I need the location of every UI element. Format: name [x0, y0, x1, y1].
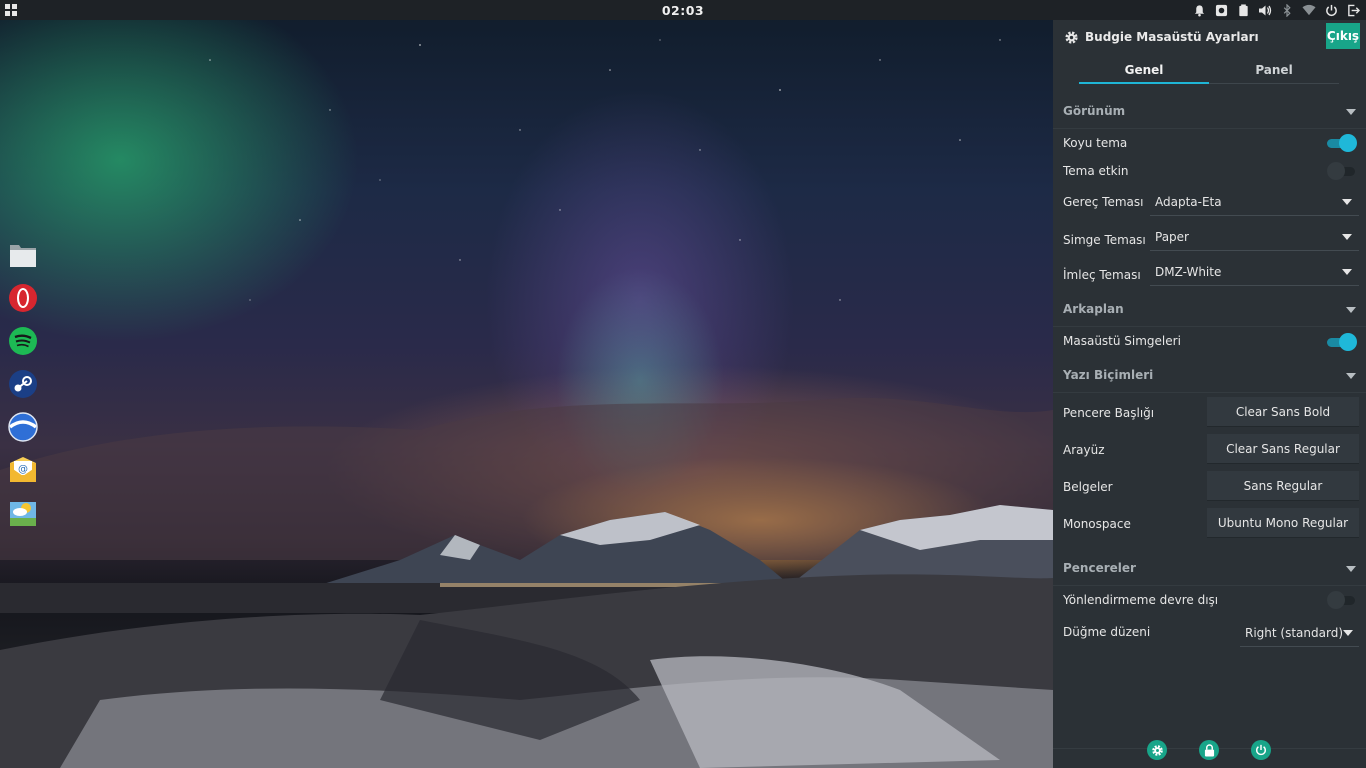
weather-icon[interactable]	[7, 498, 38, 528]
documents-font-label: Belgeler	[1063, 480, 1113, 494]
chevron-down-icon	[1342, 199, 1352, 205]
documents-font-button[interactable]: Sans Regular	[1207, 471, 1359, 501]
logout-icon[interactable]	[1346, 3, 1360, 17]
widget-theme-select[interactable]: Adapta-Eta	[1150, 188, 1359, 216]
gear-icon	[1064, 30, 1079, 48]
bluetooth-icon[interactable]	[1280, 3, 1294, 17]
section-title: Arkaplan	[1063, 302, 1124, 316]
google-earth-icon[interactable]	[7, 412, 38, 442]
system-tray	[1192, 0, 1360, 20]
dark-theme-toggle[interactable]	[1325, 134, 1357, 152]
panel-bottom-bar	[1053, 740, 1366, 768]
disable-redirect-label: Yönlendirmeme devre dışı	[1063, 593, 1219, 607]
chevron-down-icon	[1342, 269, 1352, 275]
cursor-theme-label: İmleç Teması	[1063, 268, 1141, 282]
lock-icon[interactable]	[1199, 740, 1219, 760]
clock[interactable]: 02:03	[0, 3, 1366, 18]
monospace-font-button[interactable]: Ubuntu Mono Regular	[1207, 508, 1359, 538]
opera-icon[interactable]	[7, 283, 38, 313]
window-title-font-label: Pencere Başlığı	[1063, 406, 1155, 420]
cursor-theme-select[interactable]: DMZ-White	[1150, 258, 1359, 286]
section-title: Pencereler	[1063, 561, 1136, 575]
button-layout-select[interactable]: Right (standard)	[1240, 619, 1359, 647]
section-fonts[interactable]: Yazı Biçimleri	[1053, 359, 1366, 393]
budgie-settings-panel: Budgie Masaüstü Ayarları Çıkış Genel Pan…	[1053, 20, 1366, 768]
dock: @	[7, 240, 39, 528]
tab-bar: Genel Panel	[1079, 60, 1339, 84]
window-title-font-button[interactable]: Clear Sans Bold	[1207, 397, 1359, 427]
power-icon[interactable]	[1251, 740, 1271, 760]
bell-icon[interactable]	[1192, 3, 1206, 17]
chevron-down-icon	[1343, 630, 1353, 636]
theme-active-toggle[interactable]	[1325, 162, 1355, 180]
dark-theme-label: Koyu tema	[1063, 136, 1128, 150]
disable-redirect-toggle[interactable]	[1325, 591, 1355, 609]
power-icon[interactable]	[1324, 3, 1338, 17]
section-background[interactable]: Arkaplan	[1053, 293, 1366, 327]
chevron-down-icon	[1346, 307, 1356, 313]
spotify-icon[interactable]	[7, 326, 38, 356]
desktop-icons-toggle[interactable]	[1325, 333, 1357, 351]
section-title: Yazı Biçimleri	[1063, 368, 1154, 382]
interface-font-button[interactable]: Clear Sans Regular	[1207, 434, 1359, 464]
cursor-theme-value: DMZ-White	[1155, 265, 1222, 279]
icon-theme-value: Paper	[1155, 230, 1189, 244]
chevron-down-icon	[1346, 109, 1356, 115]
icon-theme-label: Simge Teması	[1063, 233, 1146, 247]
settings-icon[interactable]	[1147, 740, 1167, 760]
chevron-down-icon	[1342, 234, 1352, 240]
monospace-font-label: Monospace	[1063, 517, 1131, 531]
steam-icon[interactable]	[7, 369, 38, 399]
button-layout-label: Düğme düzeni	[1063, 625, 1151, 639]
files-icon[interactable]	[7, 240, 38, 270]
tab-genel[interactable]: Genel	[1079, 60, 1209, 84]
top-panel: 02:03	[0, 0, 1366, 20]
icon-theme-select[interactable]: Paper	[1150, 223, 1359, 251]
mail-icon[interactable]: @	[7, 455, 38, 485]
chevron-down-icon	[1346, 566, 1356, 572]
theme-active-label: Tema etkin	[1063, 164, 1129, 178]
panel-title: Budgie Masaüstü Ayarları	[1085, 30, 1259, 44]
section-appearance[interactable]: Görünüm	[1053, 95, 1366, 129]
desktop-icons-label: Masaüstü Simgeleri	[1063, 334, 1181, 348]
svg-text:@: @	[18, 464, 28, 475]
chevron-down-icon	[1346, 373, 1356, 379]
wifi-icon[interactable]	[1302, 3, 1316, 17]
clipboard-icon[interactable]	[1236, 3, 1250, 17]
button-layout-value: Right (standard)	[1245, 626, 1344, 640]
section-windows[interactable]: Pencereler	[1053, 552, 1366, 586]
screenshot-icon[interactable]	[1214, 3, 1228, 17]
exit-button[interactable]: Çıkış	[1326, 23, 1360, 49]
tab-panel[interactable]: Panel	[1209, 60, 1339, 82]
widget-theme-label: Gereç Teması	[1063, 195, 1144, 209]
panel-header: Budgie Masaüstü Ayarları Çıkış	[1053, 20, 1366, 54]
section-title: Görünüm	[1063, 104, 1126, 118]
volume-icon[interactable]	[1258, 3, 1272, 17]
interface-font-label: Arayüz	[1063, 443, 1105, 457]
widget-theme-value: Adapta-Eta	[1155, 195, 1222, 209]
